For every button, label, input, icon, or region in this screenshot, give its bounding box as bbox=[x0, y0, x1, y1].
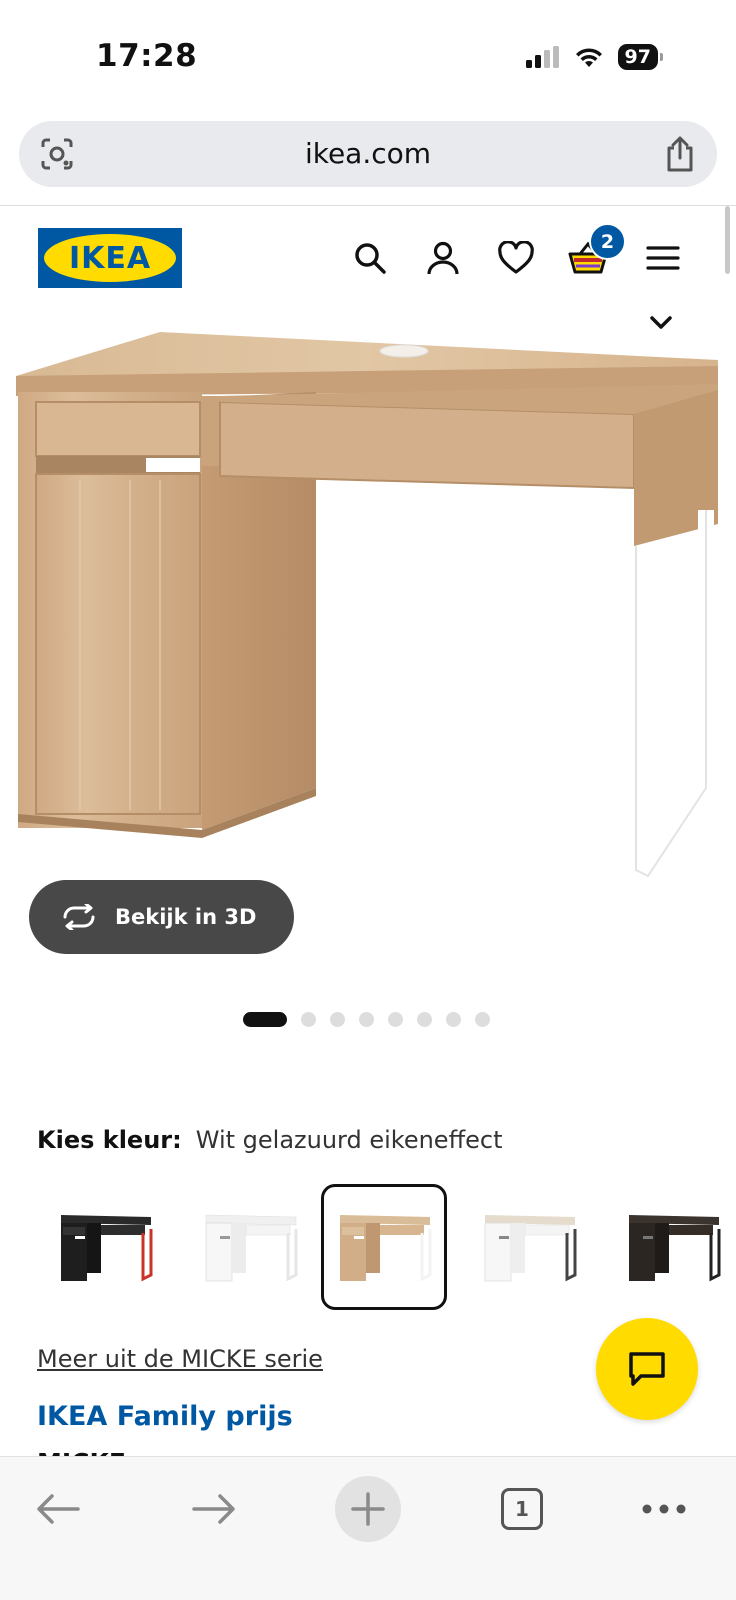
gallery-dot[interactable] bbox=[416, 1012, 432, 1027]
gallery-dot[interactable] bbox=[358, 1012, 374, 1027]
color-swatches bbox=[0, 1184, 736, 1312]
cart-count-badge: 2 bbox=[589, 223, 626, 260]
status-bar: 17:28 97 bbox=[0, 0, 736, 110]
divider bbox=[0, 205, 736, 206]
wifi-icon bbox=[575, 48, 602, 67]
scrollbar[interactable] bbox=[725, 206, 730, 274]
gallery-dot-active[interactable] bbox=[242, 1012, 287, 1027]
status-icons: 97 bbox=[525, 44, 664, 70]
ikea-logo[interactable]: IKEA bbox=[38, 228, 182, 288]
swatch-white-anthracite[interactable] bbox=[466, 1184, 592, 1310]
browser-toolbar: 1 bbox=[0, 1456, 736, 1600]
more-options-button[interactable] bbox=[632, 1477, 696, 1541]
swatch-black-brown[interactable] bbox=[610, 1184, 736, 1310]
swatch-white[interactable] bbox=[187, 1184, 313, 1310]
swatch-white-stained-oak[interactable] bbox=[321, 1184, 447, 1310]
swatch-black-red[interactable] bbox=[42, 1184, 168, 1310]
gallery-pagination[interactable] bbox=[0, 1012, 736, 1027]
view-3d-button[interactable]: Bekijk in 3D bbox=[29, 880, 294, 954]
arrow-left-icon bbox=[37, 1494, 80, 1524]
series-link[interactable]: Meer uit de MICKE serie bbox=[37, 1345, 323, 1373]
forward-button[interactable] bbox=[182, 1477, 246, 1541]
gallery-dot[interactable] bbox=[445, 1012, 461, 1027]
more-icon bbox=[642, 1504, 686, 1514]
product-name: MICKE bbox=[37, 1446, 126, 1456]
menu-icon[interactable] bbox=[643, 238, 683, 278]
color-chooser-row: Kies kleur: Wit gelazuurd eikeneffect bbox=[37, 1126, 502, 1154]
back-button[interactable] bbox=[26, 1477, 90, 1541]
chevron-down-icon[interactable] bbox=[650, 316, 672, 330]
url-text[interactable]: ikea.com bbox=[19, 137, 717, 170]
gallery-dot[interactable] bbox=[387, 1012, 403, 1027]
gallery-dot[interactable] bbox=[474, 1012, 490, 1027]
gallery-dot[interactable] bbox=[300, 1012, 316, 1027]
address-bar[interactable]: ikea.com bbox=[19, 121, 717, 187]
share-icon[interactable] bbox=[663, 135, 697, 173]
new-tab-button[interactable] bbox=[335, 1476, 401, 1542]
account-icon[interactable] bbox=[423, 238, 463, 278]
search-icon[interactable] bbox=[350, 238, 390, 278]
signal-icon bbox=[525, 46, 559, 68]
color-label: Kies kleur: bbox=[37, 1126, 182, 1154]
arrow-right-icon bbox=[192, 1494, 235, 1524]
chat-icon bbox=[629, 1352, 665, 1386]
family-price-title: IKEA Family prijs bbox=[37, 1401, 293, 1432]
tab-count: 1 bbox=[501, 1488, 543, 1530]
tabs-button[interactable]: 1 bbox=[490, 1477, 554, 1541]
battery-indicator: 97 bbox=[617, 44, 664, 70]
chat-button[interactable] bbox=[596, 1318, 698, 1420]
view-3d-label: Bekijk in 3D bbox=[115, 905, 257, 929]
heart-icon[interactable] bbox=[496, 238, 536, 278]
plus-icon bbox=[351, 1492, 385, 1526]
color-value: Wit gelazuurd eikeneffect bbox=[195, 1126, 503, 1154]
status-time: 17:28 bbox=[96, 38, 198, 74]
rotate-3d-icon bbox=[63, 904, 95, 930]
logo-text: IKEA bbox=[68, 240, 152, 276]
gallery-dot[interactable] bbox=[329, 1012, 345, 1027]
